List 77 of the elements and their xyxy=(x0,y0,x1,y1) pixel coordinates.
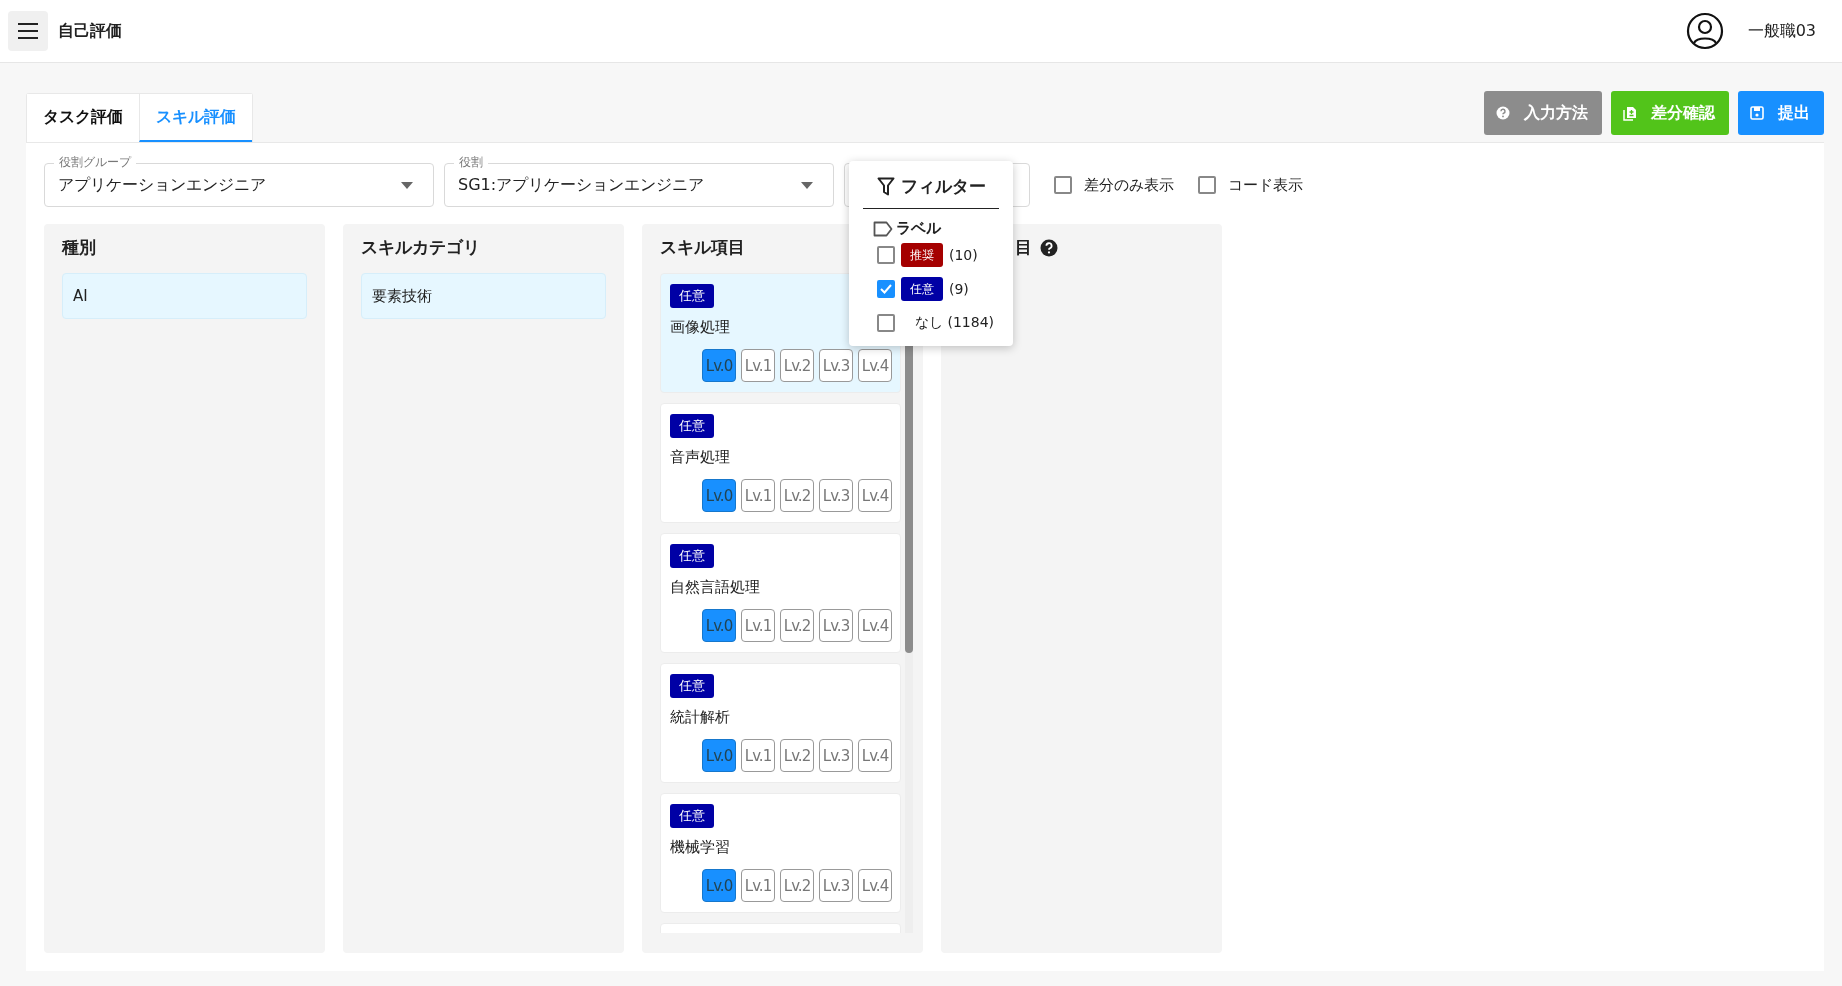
field-label: 役割 xyxy=(454,154,488,170)
level-button[interactable]: Lv.4 xyxy=(858,869,892,902)
label-badge: 任意 xyxy=(670,284,714,308)
skill-card[interactable]: 任意 自然言語処理 Lv.0 Lv.1 Lv.2 Lv.3 Lv.4 xyxy=(660,533,901,653)
level-button[interactable]: Lv.0 xyxy=(702,739,736,772)
column-title: 目 xyxy=(1015,236,1032,259)
skill-name: 自然言語処理 xyxy=(670,578,760,597)
checkbox-label: コード表示 xyxy=(1228,175,1303,195)
skill-name: 機械学習 xyxy=(670,838,730,857)
help-icon xyxy=(1496,106,1510,120)
checkbox[interactable] xyxy=(1198,176,1216,194)
field-label: 役割グループ xyxy=(54,154,136,170)
level-button[interactable]: Lv.4 xyxy=(858,609,892,642)
skill-name: 統計解析 xyxy=(670,708,730,727)
checkbox[interactable] xyxy=(1054,176,1072,194)
skill-card[interactable]: 任意 統計解析 Lv.0 Lv.1 Lv.2 Lv.3 Lv.4 xyxy=(660,663,901,783)
level-button[interactable]: Lv.3 xyxy=(819,349,853,382)
caret-icon xyxy=(801,181,813,189)
menu-button[interactable] xyxy=(8,11,48,51)
skill-name: 画像処理 xyxy=(670,318,730,337)
document-icon xyxy=(1623,105,1637,121)
level-button[interactable]: Lv.0 xyxy=(702,479,736,512)
option-label: なし (1184) xyxy=(915,314,994,332)
level-button[interactable]: Lv.4 xyxy=(858,739,892,772)
submit-button[interactable]: 提出 xyxy=(1738,91,1824,135)
skill-card[interactable]: 任意 音声処理 Lv.0 Lv.1 Lv.2 Lv.3 Lv.4 xyxy=(660,403,901,523)
save-icon xyxy=(1750,106,1764,120)
level-button[interactable]: Lv.4 xyxy=(858,349,892,382)
popup-title: フィルター xyxy=(900,175,986,198)
level-button[interactable]: Lv.1 xyxy=(741,349,775,382)
count-text: (10) xyxy=(949,247,978,263)
page-title: 自己評価 xyxy=(58,20,122,42)
level-button[interactable]: Lv.2 xyxy=(780,609,814,642)
label-badge: 推奨 xyxy=(901,243,943,267)
level-button[interactable]: Lv.0 xyxy=(702,609,736,642)
skill-card[interactable]: 任意 機械学習 Lv.0 Lv.1 Lv.2 Lv.3 Lv.4 xyxy=(660,793,901,913)
checkbox[interactable] xyxy=(877,280,895,298)
level-button[interactable]: Lv.3 xyxy=(819,869,853,902)
column-title: 種別 xyxy=(62,236,96,259)
label-badge: 任意 xyxy=(670,544,714,568)
menu-icon xyxy=(17,22,39,40)
level-button[interactable]: Lv.1 xyxy=(741,739,775,772)
help-icon[interactable] xyxy=(1040,238,1058,257)
label-badge: 任意 xyxy=(901,277,943,301)
level-button[interactable]: Lv.1 xyxy=(741,479,775,512)
level-button[interactable]: Lv.1 xyxy=(741,869,775,902)
help-button[interactable]: 入力方法 xyxy=(1484,91,1602,135)
list-item[interactable]: AI xyxy=(62,273,307,319)
caret-icon xyxy=(401,181,413,189)
column-title: スキルカテゴリ xyxy=(361,236,480,259)
filter-icon xyxy=(876,177,895,196)
skill-name: 音声処理 xyxy=(670,448,730,467)
count-text: (9) xyxy=(949,281,969,297)
checkbox[interactable] xyxy=(877,314,895,332)
list-item[interactable]: 要素技術 xyxy=(361,273,606,319)
level-button[interactable]: Lv.2 xyxy=(780,739,814,772)
section-label: ラベル xyxy=(896,219,941,238)
level-button[interactable]: Lv.0 xyxy=(702,349,736,382)
level-button[interactable]: Lv.2 xyxy=(780,479,814,512)
level-button[interactable]: Lv.3 xyxy=(819,739,853,772)
user-name: 一般職03 xyxy=(1747,20,1816,42)
level-button[interactable]: Lv.0 xyxy=(702,869,736,902)
level-button[interactable]: Lv.1 xyxy=(741,609,775,642)
label-badge: 任意 xyxy=(670,674,714,698)
checkbox[interactable] xyxy=(877,246,895,264)
tag-icon xyxy=(873,220,893,237)
level-button[interactable]: Lv.3 xyxy=(819,479,853,512)
column-title: スキル項目 xyxy=(660,236,745,259)
checkbox-label: 差分のみ表示 xyxy=(1084,175,1174,195)
label-badge: 任意 xyxy=(670,804,714,828)
user-avatar-icon[interactable] xyxy=(1685,12,1724,50)
level-button[interactable]: Lv.2 xyxy=(780,869,814,902)
level-button[interactable]: Lv.4 xyxy=(858,479,892,512)
label-badge: 任意 xyxy=(670,414,714,438)
level-button[interactable]: Lv.2 xyxy=(780,349,814,382)
tab[interactable]: スキル評価 xyxy=(139,94,252,142)
level-button[interactable]: Lv.3 xyxy=(819,609,853,642)
